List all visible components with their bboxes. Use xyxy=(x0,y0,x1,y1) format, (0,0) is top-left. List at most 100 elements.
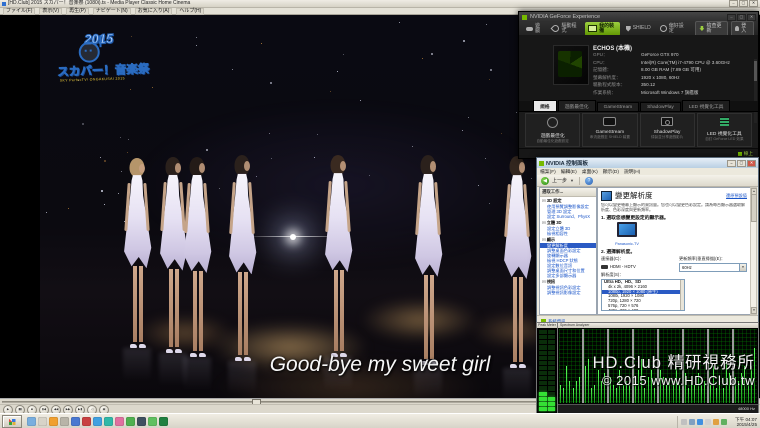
nvcp-menu-item[interactable]: 檔案(F) xyxy=(540,168,556,175)
spec-row: GPU：GeForce GTX 970 xyxy=(593,52,750,58)
quicklaunch-icon-8[interactable] xyxy=(104,417,113,426)
gfe-maximize-button[interactable]: ▢ xyxy=(737,14,746,21)
restore-defaults-link[interactable]: 還原預設值 xyxy=(726,193,747,199)
performer xyxy=(408,155,448,365)
nvidia-control-panel-window[interactable]: NVIDIA 控制面板 – ▢ ✕ 檔案(F) 編輯(E) 桌面(K) 顯示(D) 說明… xyxy=(536,157,759,328)
player-window-title: [HD.Club] 2015 スカパー！音楽祭 (1080i).ts - Med… xyxy=(8,0,729,7)
gfe-close-button[interactable]: ✕ xyxy=(747,14,756,21)
resolution-listbox[interactable]: Ultra HD、HD、SD4k x 2k, 4096 × 21601080p,… xyxy=(601,279,685,311)
tray-icon-1[interactable] xyxy=(681,419,687,425)
resolution-label: 解析度(S)： xyxy=(601,272,673,278)
tray-icon-2[interactable] xyxy=(689,419,695,425)
feature-tile-LED 視覺化工具[interactable]: LED 視覺化工具自訂 GeForce LED 效果 xyxy=(697,113,752,147)
tree-group[interactable]: 視訊 xyxy=(540,278,596,285)
list-scrollbar[interactable] xyxy=(680,280,684,310)
quicklaunch-icon-10[interactable] xyxy=(126,417,135,426)
tree-item-調整視訊影像設定[interactable]: 調整視訊影像設定 xyxy=(540,290,596,295)
performer xyxy=(497,156,537,368)
back-dropdown-icon[interactable]: ▼ xyxy=(570,178,574,183)
gear-icon xyxy=(660,25,667,32)
gfe-subtab-GameStream[interactable]: GameStream xyxy=(597,102,640,111)
help-icon[interactable]: ? xyxy=(585,177,593,185)
refresh-rate-select[interactable]: 60Hz▼ xyxy=(679,263,747,272)
quicklaunch-icon-5[interactable] xyxy=(71,417,80,426)
nvcp-menu-item[interactable]: 編輯(E) xyxy=(561,168,577,175)
nvcp-maximize-button[interactable]: ▢ xyxy=(737,160,746,167)
wrench-icon xyxy=(551,24,561,34)
gfe-subtab-ShadowPlay[interactable]: ShadowPlay xyxy=(640,102,681,111)
nvcp-menu-item[interactable]: 桌面(K) xyxy=(582,168,598,175)
nvcp-menu-item[interactable]: 顯示(D) xyxy=(603,168,619,175)
connector-value: HDMI - HDTV xyxy=(601,263,673,270)
nvcp-menu-item[interactable]: 說明(H) xyxy=(624,168,640,175)
quicklaunch-icon-12[interactable] xyxy=(148,417,157,426)
back-button[interactable]: ◀ xyxy=(541,177,549,185)
tray-icon-4[interactable] xyxy=(705,419,711,425)
feature-tile-ShadowPlay[interactable]: ShadowPlay錄製並分享遊戲影片 xyxy=(640,113,695,147)
gfe-subtab-LED 視覺化工具[interactable]: LED 視覺化工具 xyxy=(682,100,731,111)
nvcp-close-button[interactable]: ✕ xyxy=(747,160,756,167)
quicklaunch-icon-9[interactable] xyxy=(115,417,124,426)
stage-light xyxy=(290,234,296,240)
peak-meter-window[interactable]: Peak Meter xyxy=(536,322,558,414)
geforce-experience-window[interactable]: NVIDIA GeForce Experience – ▢ ✕ 遊戲驅動程式我的… xyxy=(518,11,759,159)
tree-item-設定 Surround、PhysX[interactable]: 設定 Surround、PhysX xyxy=(540,214,596,219)
quicklaunch-icon-4[interactable] xyxy=(60,417,69,426)
tree-group[interactable]: 3D 設定 xyxy=(540,197,596,204)
watermark: HD.Club 精研視務所 © 2015 www.HD.Club.tw xyxy=(593,349,755,388)
feature-tile-遊戲最佳化[interactable]: 遊戲最佳化自動最佳化遊戲設定 xyxy=(525,113,580,147)
player-menu-item[interactable]: ファイル(F) xyxy=(3,8,35,15)
resolution-option[interactable]: 480p, 720 × 480 xyxy=(602,309,684,311)
nvcp-titlebar[interactable]: NVIDIA 控制面板 – ▢ ✕ xyxy=(537,158,758,168)
player-menu-item[interactable]: 再生(P) xyxy=(66,8,89,15)
gfe-minimize-button[interactable]: – xyxy=(727,14,736,21)
quicklaunch-icon-3[interactable] xyxy=(49,417,58,426)
display-selector[interactable]: Panasonic-TV xyxy=(607,222,647,246)
nvcp-toolbar: ◀ 上一步 ▼ ? xyxy=(537,175,758,187)
gfe-tab-遊戲[interactable]: 遊戲 xyxy=(523,22,546,36)
feature-tile-GameStream[interactable]: GameStream串流遊戲至 SHIELD 裝置 xyxy=(582,113,637,147)
tray-icon-6[interactable] xyxy=(721,419,727,425)
meter-titlebar[interactable]: Peak Meter xyxy=(537,323,557,328)
player-menu-item[interactable]: お気に入り(A) xyxy=(135,8,173,15)
nvcp-scrollbar[interactable]: ▲ ▼ xyxy=(750,187,757,315)
monitor-icon[interactable] xyxy=(617,222,637,237)
gfe-window-controls: – ▢ ✕ xyxy=(727,14,756,21)
desktop: [HD.Club] 2015 スカパー！音楽祭 (1080i).ts - Med… xyxy=(0,0,760,428)
close-button[interactable]: ✕ xyxy=(749,0,758,7)
tray-icon-5[interactable] xyxy=(713,419,719,425)
quicklaunch-icon-1[interactable] xyxy=(27,417,36,426)
quicklaunch-icon-7[interactable] xyxy=(93,417,102,426)
start-button[interactable] xyxy=(2,415,22,428)
windows-flag-icon xyxy=(9,419,16,425)
minimize-button[interactable]: – xyxy=(729,0,738,7)
nvcp-main-panel: 變更解析度 還原預設值 您可以變更螢幕上顯示的資訊量。您也可以變更色彩設定。請為… xyxy=(597,187,751,315)
tree-group[interactable]: 立體 3D xyxy=(540,219,596,226)
gfe-tab-驅動程式[interactable]: 驅動程式 xyxy=(549,22,582,36)
maximize-button[interactable]: ▢ xyxy=(739,0,748,7)
quicklaunch-icon-6[interactable] xyxy=(82,417,91,426)
tray-clock[interactable]: 下午 04:07 2015/4/25 xyxy=(729,417,757,427)
gfe-tab-偏好設定[interactable]: 偏好設定 xyxy=(657,22,690,36)
performer xyxy=(117,158,157,348)
quicklaunch-icon-11[interactable] xyxy=(137,417,146,426)
player-menu-item[interactable]: 表示(V) xyxy=(39,8,62,15)
gfe-subtab-遊戲最佳化[interactable]: 遊戲最佳化 xyxy=(558,100,596,111)
quicklaunch-icon-2[interactable] xyxy=(38,417,47,426)
spectrum-titlebar[interactable]: Spectrum Analyzer xyxy=(558,323,758,328)
nvcp-minimize-button[interactable]: – xyxy=(727,160,736,167)
back-label[interactable]: 上一步 xyxy=(552,177,567,184)
player-menu-item[interactable]: ヘルプ(H) xyxy=(176,8,204,15)
gfe-subtab-規格[interactable]: 規格 xyxy=(533,100,557,111)
gfe-tabbar: 遊戲驅動程式我的裝備SHIELD偏好設定檢查更新登入 xyxy=(519,22,758,36)
player-menu-item[interactable]: ナビゲート(N) xyxy=(93,8,131,15)
gfe-tab-SHIELD[interactable]: SHIELD xyxy=(623,24,654,34)
spec-row: 驅動程式版本：350.12 xyxy=(593,82,750,88)
gfe-tab-我的裝備[interactable]: 我的裝備 xyxy=(585,22,620,36)
gpu-product-image xyxy=(553,45,589,85)
gfe-scrollbar[interactable] xyxy=(754,59,757,123)
scroll-down-icon[interactable]: ▼ xyxy=(751,307,757,314)
quicklaunch-icon-13[interactable] xyxy=(159,417,168,426)
tree-group[interactable]: 顯示 xyxy=(540,236,596,243)
tray-icon-3[interactable] xyxy=(697,419,703,425)
